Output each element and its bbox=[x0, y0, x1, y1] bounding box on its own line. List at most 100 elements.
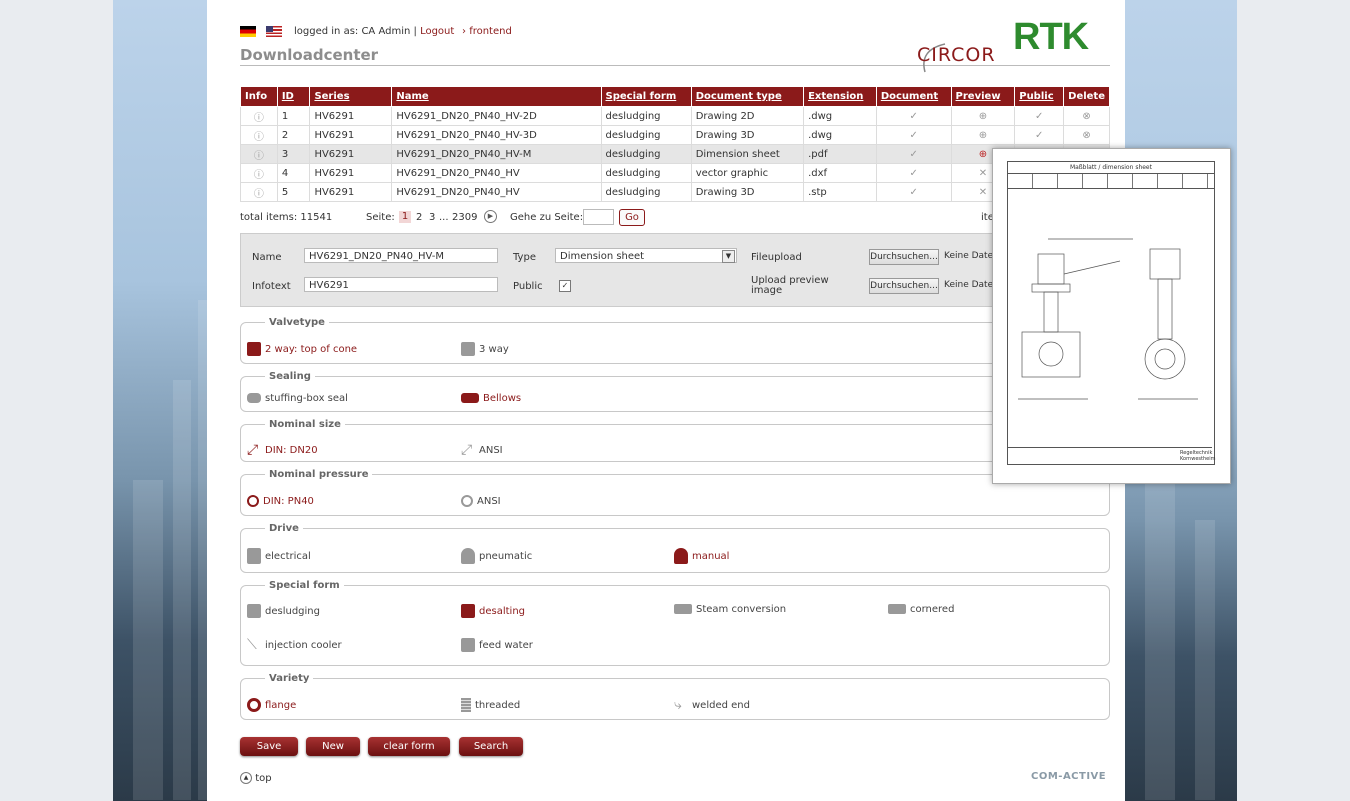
german-flag-icon[interactable] bbox=[240, 26, 256, 37]
col-document-type[interactable]: Document type bbox=[696, 91, 782, 102]
fileupload-browse-button[interactable]: Durchsuchen... bbox=[869, 249, 939, 265]
cell-name: HV6291_DN20_PN40_HV-3D bbox=[391, 125, 602, 145]
option-cornered[interactable]: cornered bbox=[888, 604, 954, 615]
infotext-input[interactable]: HV6291 bbox=[304, 277, 498, 292]
electric-actuator-icon bbox=[247, 548, 261, 564]
option-feed-water[interactable]: feed water bbox=[461, 638, 533, 652]
fileupload-status: Keine Datei bbox=[944, 251, 996, 261]
option-ansi-size[interactable]: ⤢ ANSI bbox=[461, 443, 503, 457]
back-to-top-link[interactable]: ▲ top bbox=[240, 772, 272, 784]
top-label: top bbox=[255, 773, 272, 784]
option-ansi-pressure[interactable]: ANSI bbox=[461, 495, 501, 507]
frontend-link[interactable]: frontend bbox=[469, 26, 512, 37]
welded-end-icon: ⤷ bbox=[674, 697, 682, 713]
cell-special-form: desludging bbox=[600, 106, 692, 126]
check-icon: ✓ bbox=[875, 182, 952, 202]
option-welded-end[interactable]: ⤷ welded end bbox=[674, 698, 750, 712]
option-din-dn20[interactable]: ⤢ DIN: DN20 bbox=[247, 443, 318, 457]
option-electrical[interactable]: electrical bbox=[247, 548, 311, 564]
save-button[interactable]: Save bbox=[240, 737, 298, 756]
delete-icon[interactable]: ⊗ bbox=[1063, 106, 1110, 126]
option-pneumatic[interactable]: pneumatic bbox=[461, 548, 532, 564]
col-extension[interactable]: Extension bbox=[808, 91, 863, 102]
variety-legend: Variety bbox=[269, 673, 310, 684]
option-label: DIN: PN40 bbox=[263, 496, 314, 507]
frontend-link-wrap[interactable]: › frontend bbox=[462, 26, 512, 37]
preview-browse-button[interactable]: Durchsuchen... bbox=[869, 278, 939, 294]
option-label: Steam conversion bbox=[696, 604, 787, 615]
option-injection-cooler[interactable]: ⟍ injection cooler bbox=[247, 638, 342, 652]
info-icon[interactable]: ⓘ bbox=[240, 125, 278, 145]
login-status: logged in as: CA Admin | Logout bbox=[294, 26, 454, 37]
option-manual[interactable]: manual bbox=[674, 548, 729, 564]
valve-2way-icon bbox=[247, 342, 261, 356]
cell-name: HV6291_DN20_PN40_HV bbox=[391, 163, 602, 183]
col-name[interactable]: Name bbox=[396, 91, 428, 102]
variety-group: Variety flange threaded ⤷ welded end bbox=[240, 673, 1110, 720]
page-last[interactable]: 2309 bbox=[452, 212, 477, 223]
preview-icon[interactable]: ⊕ bbox=[950, 106, 1016, 126]
logo-circor: CIRCOR bbox=[917, 44, 996, 66]
preview-popup: Maßblatt / dimension sheet Regeltechnik … bbox=[992, 148, 1231, 484]
page-ellipsis: ... bbox=[439, 212, 449, 223]
page-1[interactable]: 1 bbox=[399, 211, 411, 223]
stuffing-box-icon bbox=[247, 393, 261, 403]
col-special-form[interactable]: Special form bbox=[606, 91, 677, 102]
documents-table: Info ID Series Name Special form Documen… bbox=[240, 86, 1110, 202]
info-icon[interactable]: ⓘ bbox=[240, 182, 278, 202]
search-button[interactable]: Search bbox=[459, 737, 523, 756]
col-series[interactable]: Series bbox=[314, 91, 349, 102]
delete-icon[interactable]: ⊗ bbox=[1063, 125, 1110, 145]
check-icon: ✓ bbox=[1014, 106, 1065, 126]
option-threaded[interactable]: threaded bbox=[461, 698, 520, 712]
check-icon: ✓ bbox=[875, 163, 952, 183]
new-button[interactable]: New bbox=[306, 737, 360, 756]
page-3[interactable]: 3 bbox=[429, 212, 435, 223]
option-desalting[interactable]: desalting bbox=[461, 604, 525, 618]
company-logo: CIRCOR RTK bbox=[915, 16, 1089, 74]
logout-link[interactable]: Logout bbox=[420, 26, 454, 37]
public-checkbox[interactable]: ✓ bbox=[559, 280, 571, 292]
page-title: Downloadcenter bbox=[240, 46, 379, 64]
table-header-row: Info ID Series Name Special form Documen… bbox=[240, 86, 1110, 107]
us-flag-icon[interactable] bbox=[266, 26, 282, 37]
option-label: ANSI bbox=[477, 496, 501, 507]
cell-special-form: desludging bbox=[600, 125, 692, 145]
option-2-way[interactable]: 2 way: top of cone bbox=[247, 342, 357, 356]
type-select[interactable]: Dimension sheet ▼ bbox=[555, 248, 737, 263]
col-document[interactable]: Document bbox=[881, 91, 938, 102]
option-bellows[interactable]: Bellows bbox=[461, 393, 521, 404]
go-button[interactable]: Go bbox=[619, 209, 645, 226]
page-2[interactable]: 2 bbox=[416, 212, 422, 223]
col-preview[interactable]: Preview bbox=[956, 91, 1001, 102]
page-label: Seite: bbox=[366, 212, 395, 223]
cell-extension: .stp bbox=[803, 182, 877, 202]
table-row: ⓘ 2 HV6291 HV6291_DN20_PN40_HV-3D deslud… bbox=[240, 125, 1110, 145]
valve-drawing-icon bbox=[1018, 238, 1198, 400]
info-icon[interactable]: ⓘ bbox=[240, 106, 278, 126]
option-desludging[interactable]: desludging bbox=[247, 604, 320, 618]
cell-document-type: vector graphic bbox=[690, 163, 805, 183]
info-icon[interactable]: ⓘ bbox=[240, 144, 278, 164]
dropdown-arrow-icon[interactable]: ▼ bbox=[722, 250, 735, 263]
goto-page-input[interactable] bbox=[583, 209, 614, 225]
name-input[interactable]: HV6291_DN20_PN40_HV-M bbox=[304, 248, 498, 263]
info-icon[interactable]: ⓘ bbox=[240, 163, 278, 183]
upload-preview-label: Upload preview image bbox=[751, 276, 829, 296]
preview-brand: Regeltechnik Kornwestheim bbox=[1180, 450, 1216, 462]
clear-form-button[interactable]: clear form bbox=[368, 737, 450, 756]
valve-3way-icon bbox=[461, 342, 475, 356]
option-steam-conversion[interactable]: Steam conversion bbox=[674, 604, 786, 615]
nominal-pressure-legend: Nominal pressure bbox=[269, 469, 369, 480]
option-stuffing-box[interactable]: stuffing-box seal bbox=[247, 393, 348, 404]
next-page-icon[interactable]: ▶ bbox=[484, 210, 497, 223]
option-3-way[interactable]: 3 way bbox=[461, 342, 509, 356]
cell-name: HV6291_DN20_PN40_HV-2D bbox=[391, 106, 602, 126]
drive-legend: Drive bbox=[269, 523, 299, 534]
col-public[interactable]: Public bbox=[1019, 91, 1053, 102]
option-flange[interactable]: flange bbox=[247, 698, 296, 712]
col-id[interactable]: ID bbox=[282, 91, 294, 102]
logo-rtk: RTK bbox=[1013, 16, 1089, 58]
option-din-pn40[interactable]: DIN: PN40 bbox=[247, 495, 314, 507]
preview-icon[interactable]: ⊕ bbox=[950, 125, 1016, 145]
